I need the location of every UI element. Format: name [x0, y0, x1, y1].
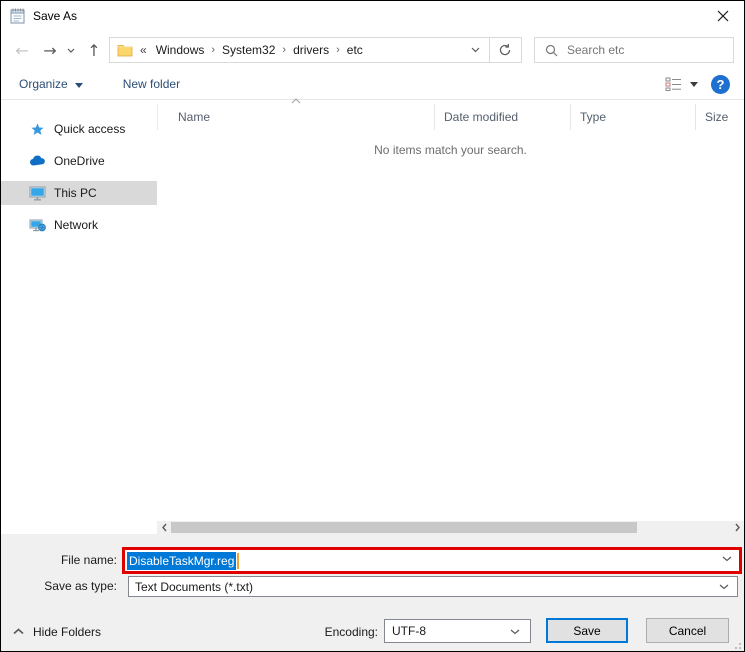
back-button[interactable]: ← — [9, 37, 35, 63]
chevron-down-icon[interactable] — [722, 556, 732, 562]
file-list-area: Name Date modified Type Size No items ma… — [157, 98, 744, 534]
navigation-bar: ← → ↑ « Windows › System32 › drivers › e… — [1, 31, 744, 69]
save-as-type-value: Text Documents (*.txt) — [135, 579, 254, 594]
chevron-right-icon — [734, 523, 740, 532]
chevron-down-icon — [74, 82, 83, 88]
column-header-date-modified[interactable]: Date modified — [434, 104, 570, 130]
search-box — [534, 37, 734, 63]
breadcrumb-separator-icon[interactable]: › — [211, 44, 215, 56]
hide-folders-label: Hide Folders — [33, 624, 102, 639]
cancel-button-label: Cancel — [668, 623, 707, 638]
new-folder-label: New folder — [122, 77, 181, 91]
notepad-icon — [10, 8, 25, 24]
file-name-selected-text: DisableTaskMgr.reg — [127, 551, 237, 570]
command-toolbar: Organize New folder ? — [1, 69, 744, 100]
new-folder-button[interactable]: New folder — [123, 77, 180, 91]
column-label: Type — [580, 110, 607, 124]
save-fields-panel: File name: DisableTaskMgr.reg Save as ty… — [1, 534, 744, 611]
chevron-down-icon — [690, 81, 698, 87]
encoding-value: UTF-8 — [392, 624, 426, 638]
breadcrumb-item-windows[interactable]: Windows — [156, 43, 205, 57]
forward-button[interactable]: → — [37, 37, 63, 63]
column-header-type[interactable]: Type — [570, 104, 695, 130]
this-pc-monitor-icon — [28, 185, 46, 201]
save-button-label: Save — [573, 623, 601, 638]
toolbar-right-group: ? — [665, 74, 730, 94]
hide-folders-button[interactable]: Hide Folders — [13, 611, 102, 651]
organize-button[interactable]: Organize — [19, 77, 83, 91]
up-button[interactable]: ↑ — [81, 37, 107, 63]
address-bar[interactable]: « Windows › System32 › drivers › etc — [109, 37, 490, 63]
close-button[interactable] — [702, 1, 744, 30]
file-name-input[interactable]: DisableTaskMgr.reg — [125, 550, 739, 571]
change-view-button[interactable] — [665, 77, 698, 91]
address-dropdown-button[interactable] — [462, 38, 489, 62]
onedrive-cloud-icon — [28, 153, 46, 169]
encoding-label: Encoding: — [324, 625, 378, 639]
column-header-name[interactable]: Name — [158, 104, 434, 130]
column-label: Name — [178, 110, 211, 124]
help-button[interactable]: ? — [711, 74, 730, 94]
sidebar-item-label: OneDrive — [54, 154, 105, 168]
breadcrumb-root-chevron[interactable]: « — [140, 43, 147, 57]
refresh-button[interactable] — [489, 37, 522, 63]
save-as-type-label: Save as type: — [44, 579, 117, 593]
encoding-select[interactable]: UTF-8 — [384, 619, 531, 643]
network-icon — [28, 217, 46, 233]
breadcrumb-separator-icon[interactable]: › — [282, 44, 286, 56]
refresh-icon — [499, 44, 511, 56]
column-label: Date modified — [444, 110, 519, 124]
chevron-down-icon — [719, 584, 729, 590]
search-icon — [545, 44, 558, 56]
breadcrumb-item-system32[interactable]: System32 — [222, 43, 275, 57]
breadcrumb-item-drivers[interactable]: drivers — [293, 43, 329, 57]
horizontal-scrollbar[interactable] — [157, 521, 744, 534]
list-view-icon — [665, 77, 681, 91]
quick-access-star-icon — [28, 121, 46, 137]
column-header-size[interactable]: Size — [695, 104, 744, 130]
chevron-down-icon — [67, 48, 75, 53]
up-icon: ↑ — [87, 40, 101, 60]
scroll-right-button[interactable] — [730, 521, 744, 534]
scrollbar-thumb[interactable] — [171, 522, 637, 533]
column-label: Size — [705, 110, 729, 124]
annotation-highlight-box: DisableTaskMgr.reg — [122, 547, 742, 574]
sidebar-item-label: This PC — [54, 186, 97, 200]
dialog-footer: Hide Folders Encoding: UTF-8 Save Cancel — [1, 611, 744, 651]
navigation-sidebar: Quick access OneDrive This PC Network — [1, 101, 157, 534]
resize-grip[interactable] — [731, 639, 741, 649]
empty-results-message: No items match your search. — [374, 143, 527, 157]
save-button[interactable]: Save — [546, 618, 628, 643]
sidebar-item-label: Network — [54, 218, 99, 232]
sidebar-item-label: Quick access — [54, 122, 126, 136]
help-icon: ? — [716, 76, 725, 92]
sidebar-item-this-pc[interactable]: This PC — [1, 181, 157, 205]
recent-locations-button[interactable] — [63, 37, 79, 63]
sidebar-item-onedrive[interactable]: OneDrive — [1, 149, 157, 173]
chevron-down-icon — [510, 629, 520, 635]
close-icon — [717, 10, 729, 21]
search-input[interactable] — [567, 43, 725, 57]
text-caret — [237, 552, 240, 569]
chevron-left-icon — [161, 523, 167, 532]
chevron-up-icon — [13, 628, 24, 635]
sidebar-item-quick-access[interactable]: Quick access — [1, 117, 157, 141]
forward-icon: → — [43, 40, 57, 60]
chevron-down-icon — [471, 47, 480, 53]
breadcrumb-item-etc[interactable]: etc — [347, 43, 363, 57]
save-as-dialog: Save As ← → ↑ « Windows › System32 › dri… — [0, 0, 745, 652]
window-title: Save As — [33, 8, 78, 23]
breadcrumb-separator-icon[interactable]: › — [336, 44, 340, 56]
titlebar: Save As — [1, 1, 744, 30]
folder-icon — [117, 45, 133, 57]
back-icon: ← — [15, 40, 29, 60]
file-name-label: File name: — [60, 553, 117, 567]
cancel-button[interactable]: Cancel — [646, 618, 729, 643]
scroll-left-button[interactable] — [157, 521, 171, 534]
organize-label: Organize — [19, 77, 68, 91]
sidebar-item-network[interactable]: Network — [1, 213, 157, 237]
save-as-type-select[interactable]: Text Documents (*.txt) — [128, 576, 738, 597]
main-area: Quick access OneDrive This PC Network Na… — [1, 98, 744, 534]
column-headers: Name Date modified Type Size — [157, 104, 744, 130]
